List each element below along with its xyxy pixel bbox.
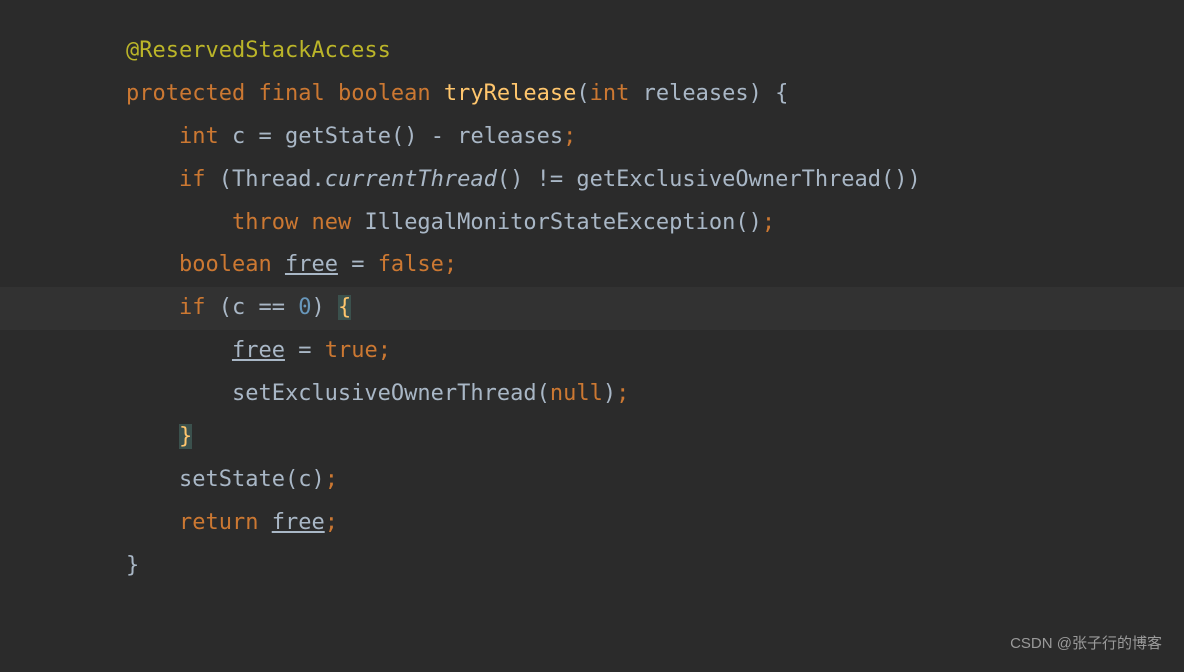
code-line: setState(c); xyxy=(0,459,1184,502)
code-line: @ReservedStackAccess xyxy=(0,30,1184,73)
code-editor[interactable]: @ReservedStackAccess protected final boo… xyxy=(0,0,1184,588)
keyword-if: if xyxy=(179,167,206,192)
code-line: } xyxy=(0,545,1184,588)
code-line: return free; xyxy=(0,502,1184,545)
code-line: throw new IllegalMonitorStateException()… xyxy=(0,202,1184,245)
code-line-current: if (c == 0) { xyxy=(0,287,1184,330)
code-line: } xyxy=(0,416,1184,459)
method-name: tryRelease xyxy=(444,81,576,106)
code-line: setExclusiveOwnerThread(null); xyxy=(0,373,1184,416)
keyword-final: final xyxy=(258,81,324,106)
keyword-new: new xyxy=(311,210,351,235)
annotation: @ReservedStackAccess xyxy=(126,38,391,63)
keyword-return: return xyxy=(179,510,258,535)
keyword-throw: throw xyxy=(232,210,298,235)
watermark: CSDN @张子行的博客 xyxy=(1010,629,1162,658)
param-name: releases xyxy=(643,81,749,106)
code-line: boolean free = false; xyxy=(0,244,1184,287)
code-line: if (Thread.currentThread() != getExclusi… xyxy=(0,159,1184,202)
keyword-boolean: boolean xyxy=(338,81,431,106)
brace-close-match: } xyxy=(179,424,192,449)
code-line: protected final boolean tryRelease(int r… xyxy=(0,73,1184,116)
keyword-if: if xyxy=(179,295,206,320)
brace-open-match: { xyxy=(338,295,351,320)
param-type: int xyxy=(590,81,630,106)
code-line: free = true; xyxy=(0,330,1184,373)
keyword-int: int xyxy=(179,124,219,149)
keyword-boolean: boolean xyxy=(179,252,272,277)
code-line: int c = getState() - releases; xyxy=(0,116,1184,159)
keyword-protected: protected xyxy=(126,81,245,106)
